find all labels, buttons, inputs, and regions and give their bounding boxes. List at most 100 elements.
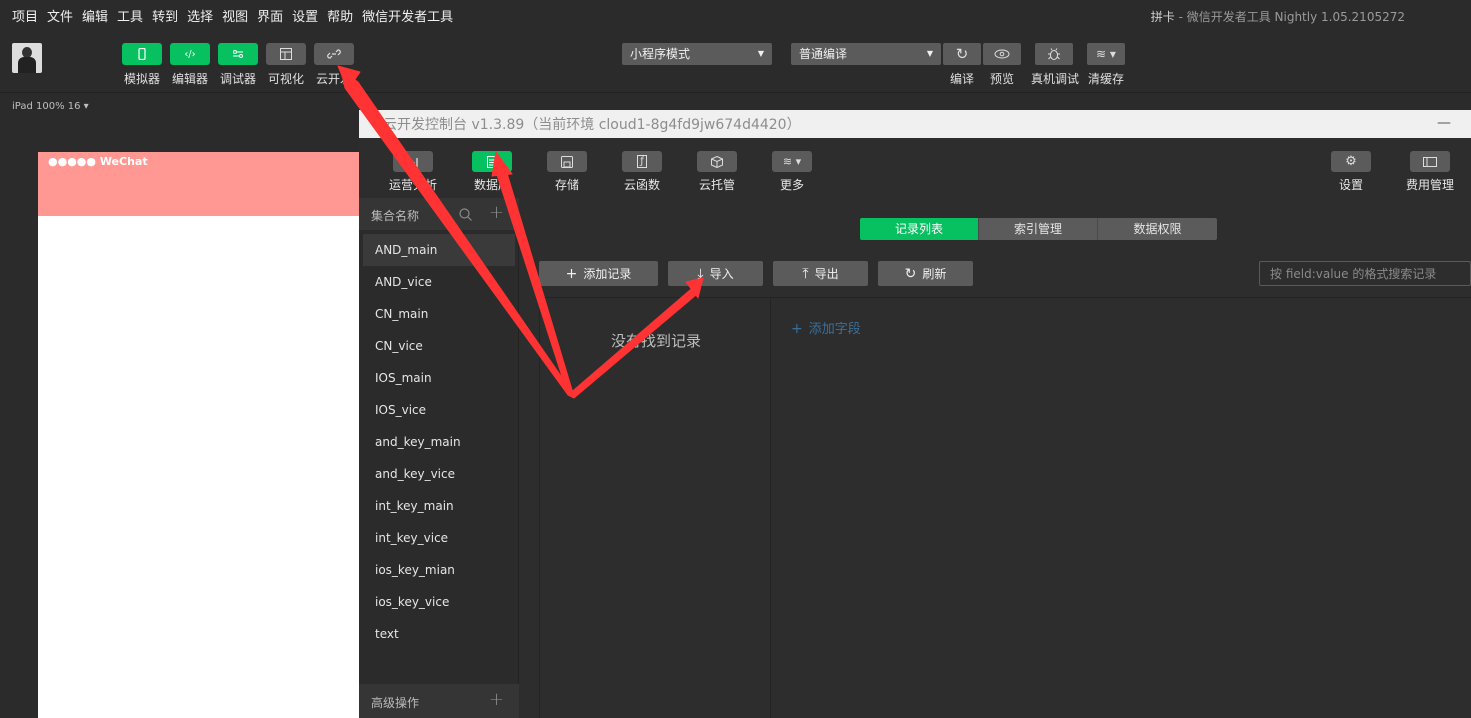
cloud-link-icon: [327, 49, 341, 59]
nav-analytics-label: 运营分析: [388, 178, 437, 192]
nav-settings-button[interactable]: ⚙: [1331, 151, 1371, 172]
collection-item[interactable]: IOS_main: [363, 362, 515, 394]
nav-database-label: 数据库: [473, 178, 510, 192]
collection-item[interactable]: IOS_vice: [363, 394, 515, 426]
menu-edit[interactable]: 编辑: [82, 6, 108, 25]
nav-analytics-button[interactable]: [393, 151, 433, 172]
nav-storage-button[interactable]: [547, 151, 587, 172]
import-button[interactable]: ⤓ 导入: [668, 261, 763, 286]
device-select[interactable]: iPad 100% 16 ▾: [12, 101, 89, 112]
billing-icon: [1423, 156, 1437, 167]
mode-select-value: 小程序模式: [630, 47, 691, 61]
mode-select[interactable]: 小程序模式 ▼: [622, 43, 772, 65]
cloud-console-window: 云开发控制台 v1.3.89（当前环境 cloud1-8g4fd9jw674d4…: [359, 110, 1471, 718]
menu-view[interactable]: 视图: [222, 6, 248, 25]
nav-more-button[interactable]: ≋ ▾: [772, 151, 812, 172]
nav-billing-button[interactable]: [1410, 151, 1450, 172]
phone-screen[interactable]: ●●●●● WeChat: [38, 152, 360, 718]
menu-goto[interactable]: 转到: [152, 6, 178, 25]
download-icon: ⤓: [697, 265, 704, 282]
menu-select[interactable]: 选择: [187, 6, 213, 25]
menu-project[interactable]: 项目: [12, 6, 38, 25]
refresh-label: 刷新: [922, 267, 947, 281]
function-icon: ƒ: [637, 155, 647, 168]
phone-status-text: ●●●●● WeChat: [48, 155, 148, 168]
menu-settings[interactable]: 设置: [292, 6, 318, 25]
menu-tools[interactable]: 工具: [117, 6, 143, 25]
preview-button[interactable]: [983, 43, 1021, 65]
menu-help[interactable]: 帮助: [327, 6, 353, 25]
compile-select[interactable]: 普通编译 ▼: [791, 43, 941, 65]
debug-toggle-icon: [233, 50, 243, 58]
tab-indexes[interactable]: 索引管理: [979, 218, 1098, 240]
menu-file[interactable]: 文件: [47, 6, 73, 25]
console-titlebar: 云开发控制台 v1.3.89（当前环境 cloud1-8g4fd9jw674d4…: [359, 110, 1471, 138]
avatar[interactable]: [12, 43, 42, 73]
add-collection-button[interactable]: +: [489, 202, 504, 223]
main-toolbar: 模拟器 ‹/› 编辑器 调试器 可视化 云开发 小程序模式 ▼ 普通编译 ▼ ↻ 编…: [0, 30, 1471, 92]
collection-item[interactable]: AND_vice: [363, 266, 515, 298]
visual-button[interactable]: [266, 43, 306, 65]
tab-permissions[interactable]: 数据权限: [1098, 218, 1217, 240]
nav-storage-label: 存储: [554, 178, 579, 192]
collection-item[interactable]: int_key_main: [363, 490, 515, 522]
add-record-button[interactable]: + 添加记录: [539, 261, 658, 286]
collection-item[interactable]: AND_main: [363, 234, 515, 266]
import-label: 导入: [709, 267, 734, 281]
export-button[interactable]: ⤒ 导出: [773, 261, 868, 286]
collection-item[interactable]: ios_key_vice: [363, 586, 515, 618]
remote-debug-label: 真机调试: [1030, 72, 1079, 86]
phone-status-bar: ●●●●● WeChat: [38, 152, 360, 216]
menu-wechat-devtools[interactable]: 微信开发者工具: [362, 6, 453, 25]
database-main: 记录列表 索引管理 数据权限 + 添加记录 ⤓ 导入 ⤒ 导出 ↻ 刷新 没有找…: [519, 198, 1471, 718]
collection-item[interactable]: CN_main: [363, 298, 515, 330]
collection-item[interactable]: int_key_vice: [363, 522, 515, 554]
cube-icon: [711, 155, 723, 168]
add-field-button[interactable]: + 添加字段: [791, 318, 861, 337]
collection-item[interactable]: ios_key_mian: [363, 554, 515, 586]
minimize-button[interactable]: —: [1437, 115, 1451, 131]
add-field-label: 添加字段: [808, 322, 861, 337]
collections-sidebar: 集合名称 + AND_main AND_vice CN_main CN_vice…: [359, 198, 519, 718]
debugger-label: 调试器: [219, 72, 256, 86]
nav-hosting-button[interactable]: [697, 151, 737, 172]
editor-button[interactable]: ‹/›: [170, 43, 210, 65]
simulator-button[interactable]: [122, 43, 162, 65]
console-title: 云开发控制台 v1.3.89（当前环境 cloud1-8g4fd9jw674d4…: [383, 117, 801, 133]
nav-functions-button[interactable]: ƒ: [622, 151, 662, 172]
debugger-button[interactable]: [218, 43, 258, 65]
nav-database-button[interactable]: [472, 151, 512, 172]
refresh-button[interactable]: ↻ 刷新: [878, 261, 973, 286]
code-icon: ‹/›: [184, 48, 196, 60]
simulator-area: ●●●●● WeChat: [0, 122, 360, 718]
record-search-input[interactable]: [1259, 261, 1471, 286]
collections-header-label: 集合名称: [371, 209, 420, 223]
database-icon: [487, 155, 497, 168]
layout-icon: [280, 48, 292, 60]
plus-icon: +: [565, 265, 578, 282]
advanced-actions[interactable]: 高级操作 +: [359, 684, 519, 718]
chevron-down-icon: ▼: [926, 49, 933, 58]
nav-settings-label: 设置: [1338, 178, 1363, 192]
remote-debug-button[interactable]: [1035, 43, 1073, 65]
refresh-icon: ↻: [955, 45, 969, 63]
cloud-dev-button[interactable]: [314, 43, 354, 65]
export-label: 导出: [814, 267, 839, 281]
search-icon[interactable]: [459, 208, 472, 221]
database-tabs: 记录列表 索引管理 数据权限: [860, 218, 1217, 240]
collection-item[interactable]: and_key_vice: [363, 458, 515, 490]
app-title: 拼卡 - 微信开发者工具 Nightly 1.05.2105272: [1151, 8, 1405, 25]
collection-item[interactable]: and_key_main: [363, 426, 515, 458]
preview-label: 预览: [989, 72, 1014, 86]
menu-interface[interactable]: 界面: [257, 6, 283, 25]
collection-item[interactable]: text: [363, 618, 515, 650]
tab-records[interactable]: 记录列表: [860, 218, 979, 240]
nav-hosting-label: 云托管: [698, 178, 735, 192]
collection-item[interactable]: CN_vice: [363, 330, 515, 362]
chart-icon: [407, 157, 418, 167]
collections-header: 集合名称 +: [359, 198, 519, 230]
cloud-dev-label: 云开发: [315, 72, 352, 86]
clear-cache-button[interactable]: ≋ ▾: [1087, 43, 1125, 65]
compile-button[interactable]: ↻: [943, 43, 981, 65]
add-advanced-action-button[interactable]: +: [489, 689, 504, 710]
